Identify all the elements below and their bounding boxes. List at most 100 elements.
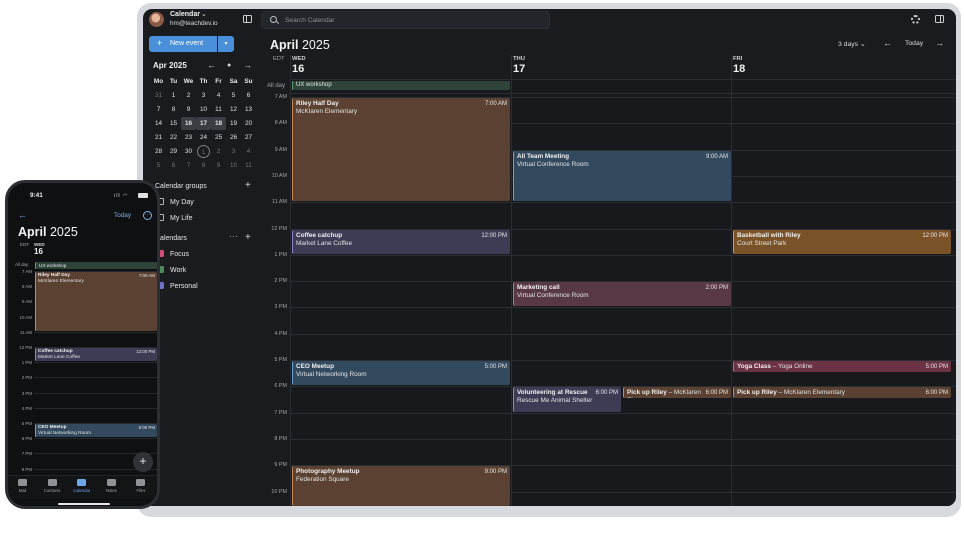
hour-label: 1 PM [21, 360, 32, 366]
hour-line [34, 407, 157, 409]
hour-label: 10 AM [271, 172, 287, 179]
event-card[interactable]: Pick up Riley – McKlaren Elementary6:00 … [623, 387, 731, 399]
event-time: 7:00 AM [484, 101, 507, 107]
hour-label: 8 PM [21, 466, 32, 472]
hour-label: 4 PM [274, 330, 287, 337]
all-day-event[interactable]: UX workshop [292, 81, 510, 90]
all-day-divider [290, 79, 956, 80]
page-title: April 2025 [18, 225, 78, 239]
event-card[interactable]: Volunteering at Rescue Rescue Me Animal S… [513, 387, 621, 412]
event-title-text: Pick up Riley [627, 389, 667, 397]
hour-label: 6 PM [21, 436, 32, 442]
event-card[interactable]: Riley Half Day McKlaren Elementary 7:00 AM [292, 98, 510, 202]
event-card[interactable]: All Team Meeting Virtual Conference Room 9… [513, 150, 731, 202]
event-title: Coffee catchup [296, 232, 507, 240]
event-time: 5:00 PM [484, 364, 507, 370]
event-title-text: Coffee catchup [296, 231, 343, 239]
hour-label: 1 PM [274, 251, 287, 258]
tab-notes[interactable]: Notes [97, 479, 126, 493]
add-event-button[interactable]: + [133, 452, 153, 472]
hour-label: 9 AM [21, 299, 32, 305]
event-card[interactable]: Coffee catchup Market Lane Coffee 12:00 PM [35, 348, 157, 362]
event-card[interactable]: Riley Half Day McKlaren Elementary 7:00 AM [35, 272, 157, 331]
hour-line [290, 412, 956, 414]
event-card[interactable]: Photography Meetup Federation Square 9:00 … [292, 466, 510, 506]
event-title-text: Photography Meetup [296, 468, 360, 476]
hour-line [290, 307, 956, 309]
tab-bar: Mail Contacts Calendar Notes Files [8, 475, 157, 499]
hour-label: 8 PM [274, 435, 287, 442]
hour-label: 10 PM [271, 488, 287, 495]
hour-line [290, 202, 956, 204]
event-card[interactable]: CEO Meetup Virtual Networking Room 5:00 PM [292, 361, 510, 386]
tab-label: Contacts [43, 488, 61, 493]
event-title-text: Volunteering at Rescue [517, 389, 588, 397]
event-card[interactable]: Coffee catchup Market Lane Coffee 12:00 PM [292, 229, 510, 254]
tab-files[interactable]: Files [126, 479, 155, 493]
event-card[interactable]: Yoga Class – Yoga Online 5:00 PM [733, 361, 951, 373]
event-title: Pick up Riley – McKlaren Elementary [737, 389, 948, 397]
day-column[interactable] [732, 79, 952, 506]
hour-label: 9 PM [274, 462, 287, 469]
hour-label: 7 PM [274, 409, 287, 416]
tab-label: Notes [105, 488, 117, 493]
event-time: 2:00 PM [705, 285, 728, 292]
event-time: 7:00 AM [138, 273, 155, 278]
event-time: 12:00 PM [481, 232, 507, 239]
hour-label: 11 AM [19, 329, 32, 335]
event-title: Riley Half Day [296, 100, 507, 108]
event-title-text: Marketing call [517, 284, 560, 292]
tab-contacts[interactable]: Contacts [38, 479, 67, 493]
calendar-icon [77, 479, 87, 486]
hour-label: 12 PM [19, 345, 32, 350]
event-title: Yoga Class – Yoga Online [737, 363, 948, 371]
event-location: Market Lane Coffee [296, 239, 353, 247]
event-title-text: CEO Meetup [296, 363, 334, 370]
all-day-label: All day [15, 262, 29, 267]
timezone-label: EDT [20, 242, 30, 247]
event-location: McKlaren Elementary [296, 108, 358, 115]
event-card[interactable]: CEO Meetup Virtual Networking Room 5:00 PM [35, 424, 157, 438]
event-time: 9:00 AM [705, 153, 728, 160]
notes-icon [106, 479, 116, 486]
hour-label: 2 PM [274, 278, 287, 285]
hour-label: 9 AM [274, 146, 287, 153]
event-time: 6:00 PM [595, 390, 618, 397]
event-subtitle: – McKlaren Elementary [778, 389, 845, 397]
hour-label: 5 PM [21, 421, 32, 426]
hour-line [34, 438, 157, 440]
event-card[interactable]: Marketing call Virtual Conference Room 2:0… [513, 282, 731, 307]
event-title-text: Yoga Class [737, 363, 771, 370]
hour-label: 12 PM [271, 225, 287, 232]
tab-label: Calendar [73, 488, 91, 493]
calendar-grid: 7 AM 8 AM 9 AM 10 AM 11 AM 12 PM 1 PM 2 PM 3 PM 4… [143, 9, 956, 506]
tab-calendar[interactable]: Calendar [67, 479, 96, 493]
year-label: 2025 [49, 225, 78, 239]
home-indicator [58, 503, 110, 505]
tab-mail[interactable]: Mail [8, 479, 37, 493]
all-day-event[interactable]: UX workshop [35, 262, 157, 269]
event-location: Virtual Networking Room [38, 431, 91, 436]
hour-label: 10 AM [19, 314, 32, 320]
files-icon [136, 479, 146, 486]
event-card[interactable]: Pick up Riley – McKlaren Elementary6:00 … [733, 387, 951, 399]
more-icon[interactable]: ··· [143, 211, 152, 220]
event-location: McKlaren Elementary [38, 279, 84, 284]
hour-line [290, 333, 956, 335]
event-card[interactable]: Basketball with Riley Court Street Park 12… [733, 229, 951, 254]
back-arrow-icon[interactable]: ← [18, 210, 27, 220]
event-time: 6:00 PM [925, 390, 948, 397]
event-time: 12:00 PM [922, 232, 948, 239]
month-label: April [18, 225, 47, 239]
event-location: Rescue Me Animal Shelter [517, 397, 593, 405]
event-title-text: Riley Half Day [296, 100, 339, 107]
signal-wifi-icon: ıll ◠ [114, 193, 129, 199]
today-button[interactable]: Today [114, 212, 131, 219]
desktop-app: Calendar ⌄ hm@teachdev.io Search Calenda… [143, 9, 956, 506]
hour-label: 5 PM [274, 357, 287, 363]
hour-label: 3 PM [21, 390, 32, 396]
hour-label: 6 PM [274, 383, 287, 390]
day-date: 16 [34, 247, 43, 256]
contacts-icon [47, 479, 57, 486]
event-time: 5:00 PM [138, 425, 155, 430]
